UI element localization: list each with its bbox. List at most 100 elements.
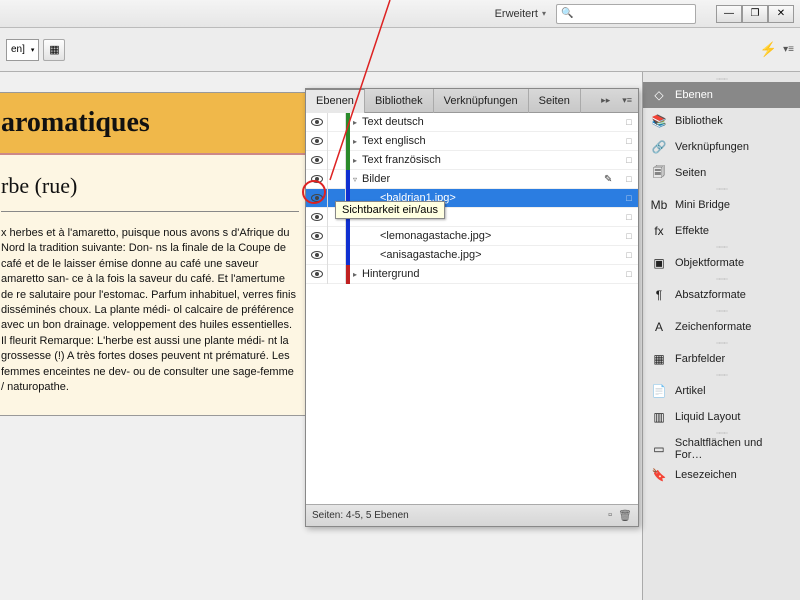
dock-item-label: Farbfelder [675, 353, 725, 365]
panel-tab-bibliothek[interactable]: Bibliothek [365, 89, 434, 113]
dock-item-label: Lesezeichen [675, 469, 737, 481]
farbfelder-icon: ▦ [651, 351, 667, 367]
selection-proxy[interactable]: □ [620, 155, 638, 165]
layer-row[interactable]: <anisagastache.jpg>□ [306, 246, 638, 265]
eye-icon [311, 175, 323, 183]
effekte-icon: fx [651, 223, 667, 239]
lock-cell[interactable] [328, 227, 346, 246]
dock-item-seiten[interactable]: 🗐 Seiten [643, 160, 800, 186]
dock-item-label: Bibliothek [675, 115, 723, 127]
layer-rows: ▸Text deutsch□▸Text englisch□▸Text franz… [306, 113, 638, 284]
layer-color-bar [346, 246, 350, 265]
visibility-toggle[interactable] [306, 246, 328, 265]
dock-item-absatzformate[interactable]: ¶Absatzformate [643, 282, 800, 308]
lock-cell[interactable] [328, 265, 346, 284]
window-close-button[interactable]: ✕ [768, 5, 794, 23]
right-dock: ◇Ebenen📚Bibliothek🔗Verknüpfungen 🗐 Seiten M… [642, 72, 800, 600]
window-minimize-button[interactable]: — [716, 5, 742, 23]
lock-cell[interactable] [328, 170, 346, 189]
eye-icon [311, 232, 323, 240]
lock-cell[interactable] [328, 246, 346, 265]
layer-name: Text deutsch [360, 116, 620, 128]
visibility-toggle[interactable] [306, 113, 328, 132]
dock-item-ebenen[interactable]: ◇Ebenen [643, 82, 800, 108]
lock-cell[interactable] [328, 151, 346, 170]
delete-layer-button[interactable]: 🗑 [618, 509, 632, 522]
disclosure-triangle[interactable]: ▸ [353, 270, 357, 279]
zeichenformate-icon: A [651, 319, 667, 335]
visibility-toggle[interactable] [306, 227, 328, 246]
visibility-tooltip: Sichtbarkeit ein/aus [335, 201, 445, 219]
dock-item-bibliothek[interactable]: 📚Bibliothek [643, 108, 800, 134]
seiten-icon: 🗐 [651, 165, 667, 181]
dock-item-artikel[interactable]: 📄Artikel [643, 378, 800, 404]
layer-row[interactable]: ▸Text englisch□ [306, 132, 638, 151]
panel-tab-seiten[interactable]: Seiten [529, 89, 581, 113]
lesezeichen-icon: 🔖 [651, 467, 667, 483]
panel-tab-verknüpfungen[interactable]: Verknüpfungen [434, 89, 529, 113]
dock-item-label: Verknüpfungen [675, 141, 749, 153]
layer-name: Bilder [360, 173, 604, 185]
control-toolbar: en] ▦ ⚡ ▾≡ [0, 28, 800, 72]
absatzformate-icon: ¶ [651, 287, 667, 303]
dock-item-lesezeichen[interactable]: 🔖 Lesezeichen [643, 462, 800, 488]
disclosure-triangle[interactable]: ▸ [353, 118, 357, 127]
dock-item-label: Seiten [675, 167, 706, 179]
selection-proxy[interactable]: □ [620, 174, 638, 184]
layer-row[interactable]: ▸Text französisch□ [306, 151, 638, 170]
disclosure-triangle[interactable]: ▿ [353, 175, 357, 184]
selection-proxy[interactable]: □ [620, 269, 638, 279]
document-heading: aromatiques [0, 93, 309, 155]
layer-name: Hintergrund [360, 268, 620, 280]
layer-row[interactable]: ▿Bilder✎□ [306, 170, 638, 189]
dock-item-schaltfl-chen-und-for-[interactable]: ▭Schaltflächen und For… [643, 436, 800, 462]
selection-proxy[interactable]: □ [620, 250, 638, 260]
dock-item-zeichenformate[interactable]: AZeichenformate [643, 314, 800, 340]
visibility-toggle[interactable] [306, 151, 328, 170]
mini-bridge-icon: Mb [651, 197, 667, 213]
schaltfl-chen-und-for--icon: ▭ [651, 441, 667, 457]
layer-name: Text englisch [360, 135, 620, 147]
panel-status-bar: Seiten: 4-5, 5 Ebenen ▫ 🗑 [306, 504, 638, 526]
dock-item-mini-bridge[interactable]: Mb Mini Bridge [643, 192, 800, 218]
disclosure-triangle[interactable]: ▸ [353, 156, 357, 165]
visibility-toggle[interactable] [306, 132, 328, 151]
bolt-icon[interactable]: ⚡ [760, 41, 777, 58]
visibility-toggle[interactable] [306, 189, 328, 208]
layer-row[interactable]: ▸Text deutsch□ [306, 113, 638, 132]
visibility-toggle[interactable] [306, 265, 328, 284]
eye-icon [311, 137, 323, 145]
selection-proxy[interactable]: □ [620, 193, 638, 203]
layer-row[interactable]: ▸Hintergrund□ [306, 265, 638, 284]
selection-proxy[interactable]: □ [620, 231, 638, 241]
visibility-toggle[interactable] [306, 208, 328, 227]
visibility-toggle[interactable] [306, 170, 328, 189]
search-input[interactable]: 🔍 [556, 4, 696, 24]
dock-item-farbfelder[interactable]: ▦ Farbfelder [643, 346, 800, 372]
selection-proxy[interactable]: □ [620, 136, 638, 146]
panel-menu-button[interactable]: ▾≡ [616, 95, 638, 106]
toolbar-icon-button[interactable]: ▦ [43, 39, 65, 61]
selection-proxy[interactable]: □ [620, 117, 638, 127]
pen-icon: ✎ [604, 174, 620, 185]
disclosure-triangle[interactable]: ▸ [353, 137, 357, 146]
lock-cell[interactable] [328, 113, 346, 132]
panel-collapse-button[interactable]: ▸▸ [595, 95, 616, 106]
dock-item-effekte[interactable]: fxEffekte [643, 218, 800, 244]
dock-item-label: Artikel [675, 385, 706, 397]
dock-item-label: Mini Bridge [675, 199, 730, 211]
layer-row[interactable]: <lemonagastache.jpg>□ [306, 227, 638, 246]
layer-color-bar [346, 227, 350, 246]
window-maximize-button[interactable]: ❐ [742, 5, 768, 23]
new-layer-button[interactable]: ▫ [608, 509, 612, 522]
dock-item-objektformate[interactable]: ▣Objektformate [643, 250, 800, 276]
dock-item-verkn-pfungen[interactable]: 🔗Verknüpfungen [643, 134, 800, 160]
selection-proxy[interactable]: □ [620, 212, 638, 222]
dock-item-liquid-layout[interactable]: ▥Liquid Layout [643, 404, 800, 430]
toolbar-dropdown[interactable]: en] [6, 39, 39, 61]
lock-cell[interactable] [328, 132, 346, 151]
panel-tab-ebenen[interactable]: Ebenen [306, 89, 365, 113]
liquid-layout-icon: ▥ [651, 409, 667, 425]
toolbar-menu-icon[interactable]: ▾≡ [783, 44, 794, 55]
workspace-mode-dropdown[interactable]: Erweitert [495, 8, 546, 20]
